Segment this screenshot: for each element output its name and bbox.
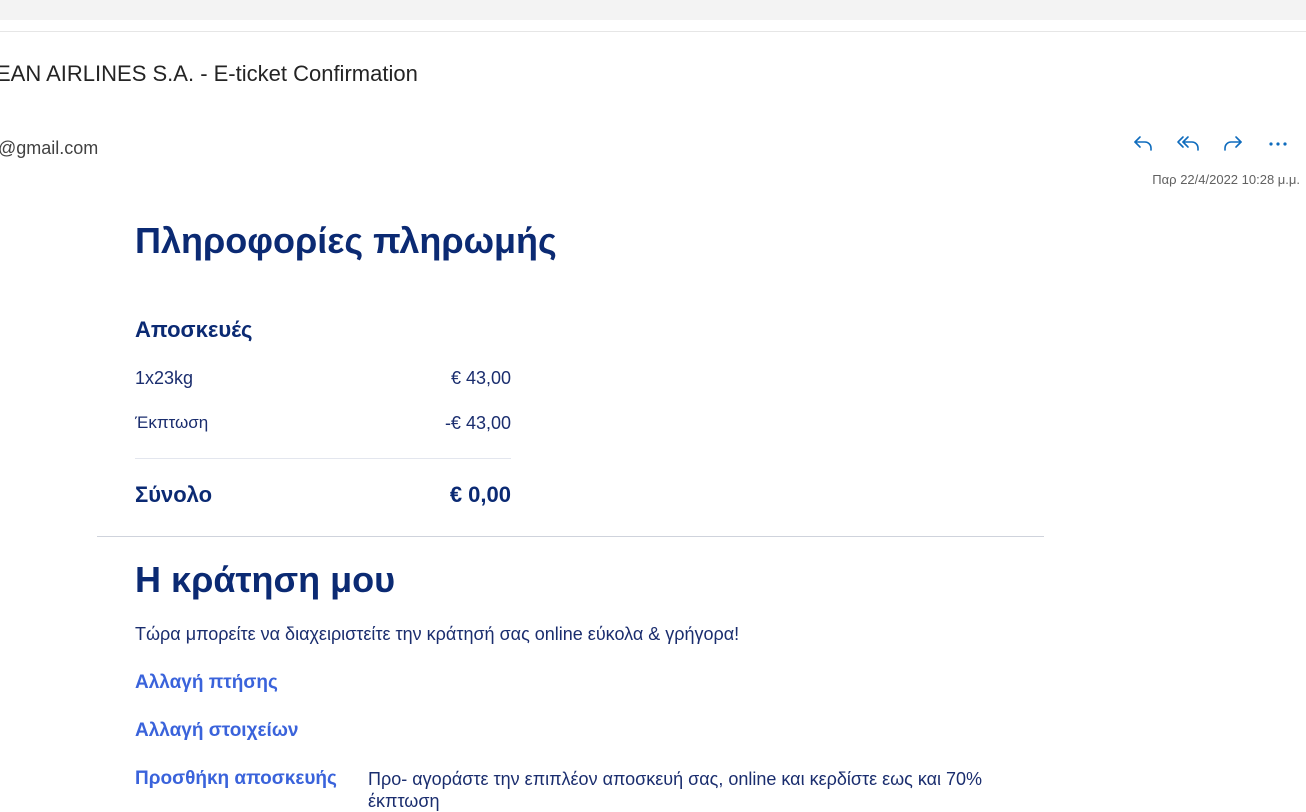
message-actions	[1120, 130, 1300, 156]
total-label: Σύνολο	[135, 482, 213, 507]
payment-total-row: Σύνολο € 0,00	[135, 482, 511, 508]
add-baggage-link[interactable]: Προσθήκη αποσκευής	[135, 768, 337, 790]
payment-row: Έκπτωση -€ 43,00	[135, 413, 511, 434]
change-details-link[interactable]: Αλλαγή στοιχείων	[135, 720, 298, 742]
payment-info-title: Πληροφορίες πληρωμής	[135, 220, 557, 261]
more-actions-button[interactable]	[1255, 130, 1300, 156]
reply-all-button[interactable]	[1165, 130, 1210, 156]
payment-row: 1x23kg € 43,00	[135, 368, 511, 389]
top-toolbar-strip	[0, 0, 1306, 20]
payment-row-label: 1x23kg	[135, 368, 194, 388]
booking-intro: Τώρα μπορείτε να διαχειριστείτε την κράτ…	[135, 624, 740, 644]
add-baggage-description: Προ- αγοράστε την επιπλέον αποσκευή σας,…	[368, 769, 983, 811]
email-timestamp: Παρ 22/4/2022 10:28 μ.μ.	[1152, 172, 1300, 187]
payment-row-amount: € 43,00	[450, 368, 511, 388]
total-amount: € 0,00	[449, 482, 511, 507]
payment-row-amount: -€ 43,00	[444, 413, 511, 433]
baggage-title: Αποσκευές	[135, 317, 253, 342]
reply-icon	[1133, 136, 1152, 151]
payment-row-label: Έκπτωση	[135, 413, 209, 432]
more-icon	[1268, 142, 1287, 146]
change-flight-link[interactable]: Αλλαγή πτήσης	[135, 672, 278, 694]
email-subject: EAN AIRLINES S.A. - E-ticket Confirmatio…	[0, 61, 418, 86]
total-divider	[135, 458, 511, 459]
email-sender: @gmail.com	[0, 138, 99, 158]
reply-button[interactable]	[1120, 130, 1165, 156]
forward-button[interactable]	[1210, 130, 1255, 156]
my-booking-title: Η κράτηση μου	[135, 559, 396, 600]
reply-all-icon	[1176, 136, 1199, 151]
forward-icon	[1223, 136, 1242, 151]
section-divider	[97, 536, 1044, 537]
header-divider	[0, 31, 1306, 32]
